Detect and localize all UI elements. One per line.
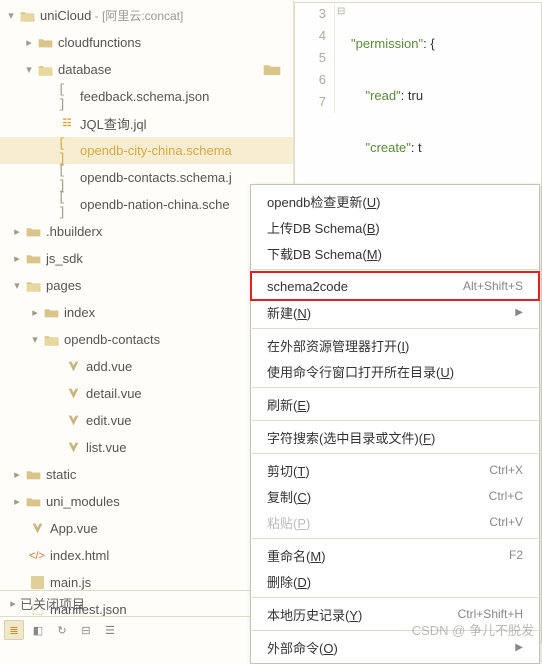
json-file-icon: [ ]	[58, 82, 76, 112]
folder-icon	[263, 63, 281, 77]
menu-item-delete[interactable]: 删除(D)	[251, 568, 539, 594]
folder-icon	[24, 253, 42, 265]
tree-label: cloudfunctions	[58, 35, 293, 50]
fold-icon[interactable]: ⊟	[337, 6, 345, 17]
tree-item-opendb-city-china[interactable]: ▸ [ ] opendb-city-china.schema	[0, 137, 293, 164]
chevron-right-icon: ▸	[6, 597, 20, 610]
menu-item-terminal[interactable]: 使用命令行窗口打开所在目录(U)	[251, 358, 539, 384]
tree-label: uniCloud - [阿里云:concat]	[40, 7, 293, 24]
js-file-icon	[28, 576, 46, 589]
vue-file-icon	[28, 522, 46, 535]
menu-separator	[252, 453, 538, 454]
menu-item-cut[interactable]: 剪切(T)Ctrl+X	[251, 457, 539, 483]
chevron-right-icon: ▸	[10, 252, 24, 265]
tree-label: feedback.schema.json	[80, 89, 293, 104]
json-file-icon: [ ]	[58, 163, 76, 193]
menu-separator	[252, 387, 538, 388]
menu-item-download-schema[interactable]: 下载DB Schema(M)	[251, 240, 539, 266]
folder-open-icon	[24, 280, 42, 292]
jql-file-icon: ☷	[58, 118, 76, 129]
folder-icon	[24, 469, 42, 481]
menu-item-upload-schema[interactable]: 上传DB Schema(B)	[251, 214, 539, 240]
context-menu: opendb检查更新(U) 上传DB Schema(B) 下载DB Schema…	[250, 184, 540, 664]
tree-label: database	[58, 62, 293, 77]
chevron-right-icon: ▸	[10, 495, 24, 508]
line-gutter: 3 4 5 6 7	[295, 3, 335, 113]
closed-projects-label: 已关闭项目	[20, 594, 85, 613]
menu-item-paste[interactable]: 粘贴(P)Ctrl+V	[251, 509, 539, 535]
vue-file-icon	[64, 414, 82, 427]
chevron-right-icon: ▶	[515, 307, 523, 318]
folder-icon	[36, 37, 54, 49]
tree-item-cloudfunctions[interactable]: ▸ cloudfunctions	[0, 29, 293, 56]
menu-separator	[252, 328, 538, 329]
tree-label: JQL查询.jql	[80, 114, 293, 133]
chevron-down-icon: ▾	[28, 333, 42, 346]
chevron-right-icon: ▸	[10, 468, 24, 481]
vue-file-icon	[64, 360, 82, 373]
menu-item-refresh[interactable]: 刷新(E)	[251, 391, 539, 417]
json-file-icon: [ ]	[58, 136, 76, 166]
chevron-right-icon: ▸	[22, 36, 36, 49]
menu-separator	[252, 597, 538, 598]
chevron-down-icon: ▾	[10, 279, 24, 292]
menu-item-new[interactable]: 新建(N)▶	[251, 299, 539, 325]
chevron-down-icon: ▾	[22, 63, 36, 76]
vue-file-icon	[64, 441, 82, 454]
menu-item-copy[interactable]: 复制(C)Ctrl+C	[251, 483, 539, 509]
chevron-right-icon: ▸	[10, 225, 24, 238]
chevron-right-icon: ▶	[515, 642, 523, 653]
toolbar-button[interactable]: ☰	[100, 620, 120, 640]
folder-open-icon	[36, 64, 54, 76]
tree-item-jql[interactable]: ▸ ☷ JQL查询.jql	[0, 110, 293, 137]
menu-separator	[252, 269, 538, 270]
chevron-right-icon: ▸	[28, 306, 42, 319]
tree-label: opendb-contacts.schema.j	[80, 170, 293, 185]
menu-item-schema2code[interactable]: schema2codeAlt+Shift+S	[251, 273, 539, 299]
menu-separator	[252, 538, 538, 539]
toolbar-button[interactable]: ◧	[28, 620, 48, 640]
folder-icon	[24, 496, 42, 508]
menu-item-check-update[interactable]: opendb检查更新(U)	[251, 188, 539, 214]
tree-item-database[interactable]: ▾ database	[0, 56, 293, 83]
tree-item-unicloud[interactable]: ▾ uniCloud - [阿里云:concat]	[0, 2, 293, 29]
menu-item-rename[interactable]: 重命名(M)F2	[251, 542, 539, 568]
toolbar-button[interactable]: ↻	[52, 620, 72, 640]
toolbar-button[interactable]: ≣	[4, 620, 24, 640]
tree-item-feedback-schema[interactable]: ▸ [ ] feedback.schema.json	[0, 83, 293, 110]
chevron-down-icon: ▾	[4, 9, 18, 22]
watermark: CSDN @ 争儿不脱发	[412, 620, 534, 639]
menu-separator	[252, 420, 538, 421]
toolbar-button[interactable]: ⊟	[76, 620, 96, 640]
tree-label: opendb-city-china.schema	[80, 143, 293, 158]
menu-item-reveal[interactable]: 在外部资源管理器打开(I)	[251, 332, 539, 358]
menu-item-search[interactable]: 字符搜索(选中目录或文件)(F)	[251, 424, 539, 450]
vue-file-icon	[64, 387, 82, 400]
folder-icon	[42, 307, 60, 319]
json-file-icon: [ ]	[58, 190, 76, 220]
folder-icon	[24, 226, 42, 238]
html-file-icon: </>	[28, 550, 46, 562]
folder-open-icon	[42, 334, 60, 346]
folder-open-icon	[18, 10, 36, 22]
